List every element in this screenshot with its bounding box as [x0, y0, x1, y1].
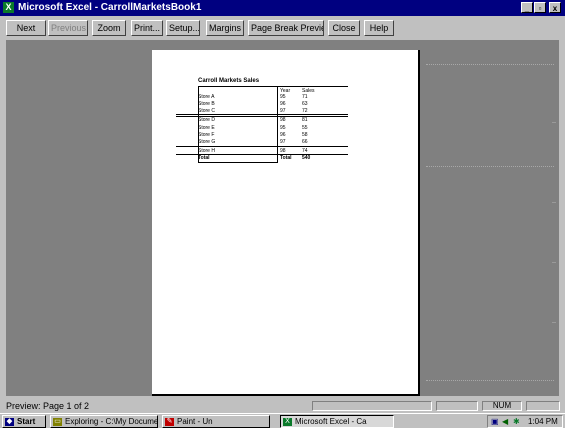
next-page-button[interactable]: Next: [6, 20, 46, 36]
table-row-label: Store B: [198, 101, 215, 107]
paint-icon: ✎: [165, 417, 174, 426]
table-rule: [176, 114, 348, 115]
table-cell: 95: [280, 94, 286, 100]
table-row-label: Store D: [198, 117, 215, 123]
excel-app-icon[interactable]: X: [3, 2, 14, 13]
close-button[interactable]: x: [549, 2, 561, 13]
windows-logo-icon: ◆: [5, 417, 14, 426]
scroll-marker: [552, 202, 556, 203]
table-cell: 96: [280, 132, 286, 138]
table-row-label: Store G: [198, 139, 216, 145]
folder-icon: ▭: [53, 417, 62, 426]
table-cell: 71: [302, 94, 308, 100]
table-cell: 96: [280, 101, 286, 107]
taskbar: ◆Start ▭Exploring - C:\My Documents ✎Pai…: [0, 413, 565, 428]
table-row-label: Total: [198, 155, 210, 161]
taskbar-task-label: Exploring - C:\My Documents: [65, 417, 158, 426]
table-rule: [176, 146, 348, 147]
status-panel: [436, 401, 478, 411]
table-cell: 63: [302, 101, 308, 107]
excel-icon: X: [283, 417, 292, 426]
scroll-marker: [552, 262, 556, 263]
status-text: Preview: Page 1 of 2: [6, 401, 90, 411]
preview-dotted-line: [426, 64, 554, 65]
system-tray: ▣ ◀ ✱ 1:04 PM: [487, 415, 563, 428]
print-button[interactable]: Print...: [131, 20, 163, 36]
table-row-label: Store F: [198, 132, 215, 138]
table-row-label: Store E: [198, 125, 215, 131]
table-rule: [198, 162, 278, 163]
table-cell: 97: [280, 139, 286, 145]
minimize-button[interactable]: _: [521, 2, 533, 13]
table-cell: 95: [280, 125, 286, 131]
margins-button[interactable]: Margins: [206, 20, 244, 36]
network-icon[interactable]: ✱: [513, 416, 520, 427]
start-button[interactable]: ◆ Start: [2, 415, 46, 428]
table-row-label: Store A: [198, 94, 215, 100]
preview-page[interactable]: Carroll Markets Sales Year Sales Store A…: [152, 50, 420, 396]
status-panel: [312, 401, 432, 411]
monitor-icon[interactable]: ▣: [491, 416, 499, 427]
close-preview-button[interactable]: Close: [328, 20, 360, 36]
taskbar-task-label: Microsoft Excel - Ca: [295, 417, 367, 426]
table-rule: [277, 86, 278, 162]
taskbar-task-label: Paint - Un: [177, 417, 213, 426]
table-rule: [198, 86, 348, 87]
num-lock-indicator: NUM: [482, 401, 522, 411]
table-cell: 55: [302, 125, 308, 131]
zoom-button[interactable]: Zoom: [92, 20, 126, 36]
table-cell: 66: [302, 139, 308, 145]
help-button[interactable]: Help: [364, 20, 394, 36]
taskbar-task-active[interactable]: X Microsoft Excel - Ca: [280, 415, 394, 428]
table-cell: Total: [280, 155, 292, 161]
status-bar: Preview: Page 1 of 2 NUM: [0, 400, 565, 412]
taskbar-task[interactable]: ▭Exploring - C:\My Documents: [50, 415, 158, 428]
speaker-icon[interactable]: ◀: [502, 416, 508, 427]
setup-button[interactable]: Setup...: [166, 20, 200, 36]
table-title: Carroll Markets Sales: [198, 78, 260, 84]
start-label: Start: [17, 417, 36, 426]
restore-button[interactable]: ▫: [534, 2, 546, 13]
table-cell: 540: [302, 155, 311, 161]
window-title: Microsoft Excel - CarrollMarketsBook1: [18, 2, 202, 13]
preview-dotted-line: [426, 166, 554, 167]
table-cell: 98: [280, 117, 286, 123]
table-cell: 81: [302, 117, 308, 123]
previous-page-button[interactable]: Previous: [48, 20, 88, 36]
print-preview-area[interactable]: Carroll Markets Sales Year Sales Store A…: [6, 40, 559, 396]
table-cell: 58: [302, 132, 308, 138]
page-break-preview-button[interactable]: Page Break Preview: [248, 20, 324, 36]
clock[interactable]: 1:04 PM: [528, 416, 558, 427]
title-bar: X Microsoft Excel - CarrollMarketsBook1 …: [0, 0, 565, 16]
print-preview-toolbar: Next Previous Zoom Print... Setup... Mar…: [0, 18, 565, 38]
taskbar-task[interactable]: ✎ Paint - Un: [162, 415, 270, 428]
scroll-marker: [552, 322, 556, 323]
status-panel: [526, 401, 560, 411]
preview-dotted-line: [426, 380, 554, 381]
scroll-marker: [552, 122, 556, 123]
